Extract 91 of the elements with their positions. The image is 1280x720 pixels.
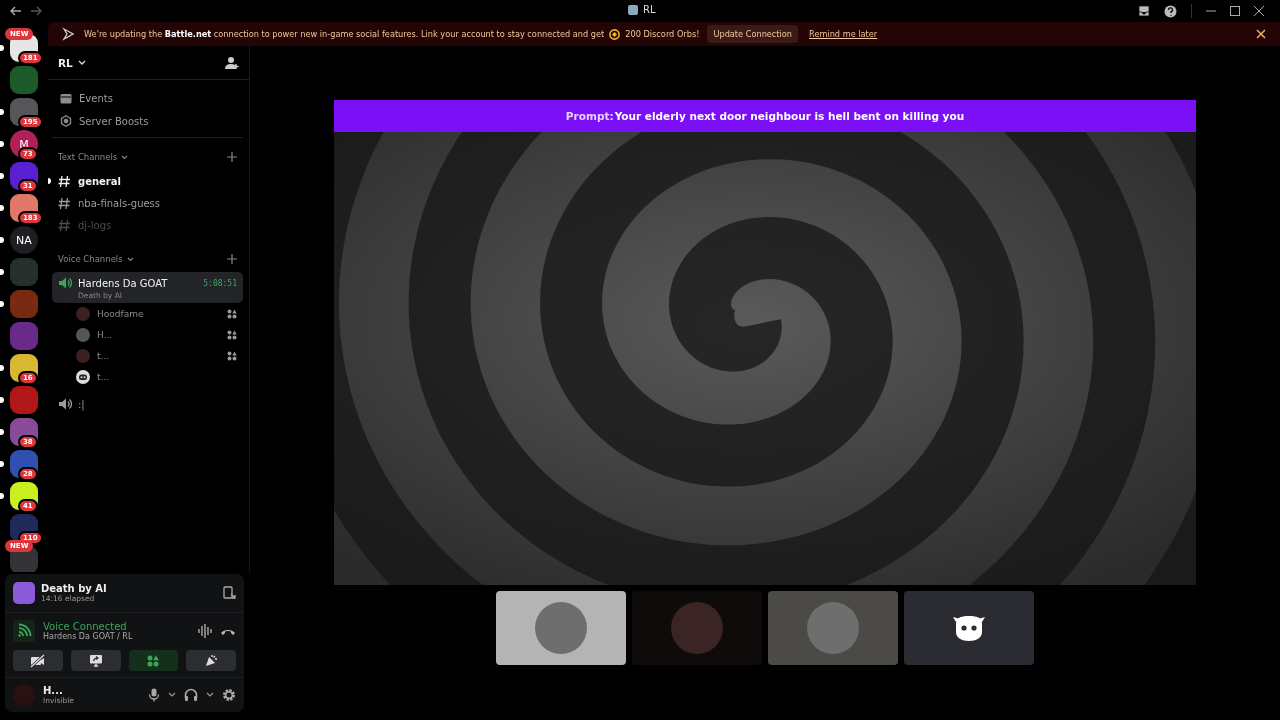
orb-icon	[609, 28, 621, 40]
voice-member[interactable]: Hoodfame	[52, 303, 243, 324]
avatar-placeholder	[535, 602, 587, 654]
activities-button[interactable]	[128, 650, 179, 671]
unread-indicator	[0, 109, 4, 115]
speaker-icon	[58, 276, 72, 290]
unread-indicator	[0, 397, 4, 403]
category-header[interactable]: Voice Channels	[58, 254, 123, 264]
unread-indicator	[0, 45, 4, 51]
prompt-label: Prompt:	[565, 110, 614, 122]
voice-member[interactable]: H...	[52, 324, 243, 345]
signal-icon	[13, 620, 35, 643]
participant-tile[interactable]	[632, 591, 762, 665]
activity-icon	[227, 308, 237, 319]
banner-message: We're updating the Battle.net connection to power new in-game social features. Link your account to stay connected and get	[84, 29, 605, 39]
voice-member[interactable]: t...	[52, 366, 243, 387]
sound-wave-icon[interactable]	[198, 624, 212, 639]
activity-title: Death by AI	[41, 582, 107, 594]
close-icon[interactable]	[1256, 29, 1266, 39]
inbox-icon[interactable]	[1138, 5, 1150, 17]
connection-status: Voice Connected	[43, 621, 127, 633]
server-name[interactable]: RL	[58, 56, 73, 69]
settings-icon[interactable]	[222, 688, 236, 702]
activity-icon	[227, 329, 237, 340]
default-avatar-icon	[952, 614, 986, 642]
window-title: RL	[643, 4, 656, 15]
voice-location[interactable]: Hardens Da GOAT / RL	[43, 632, 133, 642]
camera-off-button[interactable]	[13, 650, 63, 671]
forward-arrow-icon[interactable]	[30, 5, 42, 17]
voice-member[interactable]: t...	[52, 345, 243, 366]
popout-icon[interactable]	[223, 586, 236, 600]
camera-off-icon	[30, 653, 46, 668]
unread-indicator	[0, 237, 4, 243]
unread-indicator	[0, 173, 4, 179]
unread-indicator	[0, 141, 4, 147]
maximize-icon[interactable]	[1230, 6, 1240, 16]
headphones-icon[interactable]	[184, 688, 198, 702]
unread-indicator	[0, 365, 4, 371]
soundboard-icon	[204, 653, 219, 668]
help-icon[interactable]	[1164, 4, 1177, 18]
speaker-icon	[58, 397, 72, 411]
server-icon	[628, 4, 638, 15]
chevron-down-icon	[77, 59, 86, 66]
soundboard-button[interactable]	[186, 650, 236, 671]
category-header[interactable]: Text Channels	[58, 152, 118, 162]
hash-icon	[58, 218, 70, 232]
voice-channel-item[interactable]: :|	[52, 393, 243, 415]
hash-icon	[58, 196, 70, 210]
avatar-placeholder	[76, 348, 90, 363]
username: H...	[43, 685, 64, 696]
sidebar-item[interactable]: Server Boosts	[58, 111, 237, 131]
participant-tile[interactable]	[904, 591, 1034, 665]
close-icon[interactable]	[1254, 6, 1264, 16]
plus-icon[interactable]	[227, 152, 237, 162]
activity-image-placeholder	[13, 581, 35, 604]
default-avatar-icon	[76, 369, 90, 384]
avatar-placeholder	[76, 306, 90, 321]
chevron-down-icon	[126, 256, 134, 262]
add-person-icon[interactable]	[225, 55, 239, 70]
participant-tile[interactable]	[768, 591, 898, 665]
avatar-placeholder	[76, 327, 90, 342]
avatar-placeholder	[671, 602, 723, 654]
screen-share-icon	[88, 654, 103, 667]
channel-item[interactable]: nba-finals-guess	[52, 192, 243, 214]
reward-text: 200 Discord Orbs!	[625, 29, 700, 39]
unread-indicator	[0, 429, 4, 435]
chevron-down-icon[interactable]	[168, 692, 176, 698]
unread-indicator	[0, 493, 4, 499]
unread-indicator	[0, 301, 4, 307]
plus-icon[interactable]	[227, 254, 237, 264]
chevron-down-icon[interactable]	[206, 692, 214, 698]
avatar-placeholder	[807, 602, 859, 654]
unread-indicator	[0, 205, 4, 211]
participant-tile[interactable]	[496, 591, 626, 665]
activity-icon	[147, 654, 160, 667]
activity-icon	[227, 350, 237, 361]
unread-indicator	[0, 461, 4, 467]
chevron-down-icon	[121, 154, 129, 160]
prompt-text: Your elderly next door neighbour is hell bent on killing you	[614, 110, 965, 122]
screen-share-button[interactable]	[70, 650, 121, 671]
sidebar-item[interactable]: Events	[58, 88, 237, 108]
server-header[interactable]: RL	[48, 46, 249, 80]
remind-later-link[interactable]: Remind me later	[809, 29, 878, 39]
gem-icon	[60, 115, 72, 127]
calendar-icon	[60, 92, 72, 104]
back-arrow-icon[interactable]	[10, 5, 22, 17]
hash-icon	[58, 174, 70, 188]
update-connection-button[interactable]: Update Connection	[707, 25, 799, 43]
microphone-icon[interactable]	[148, 688, 160, 702]
server-icon[interactable]: NA	[10, 226, 38, 254]
unread-indicator	[0, 269, 4, 275]
